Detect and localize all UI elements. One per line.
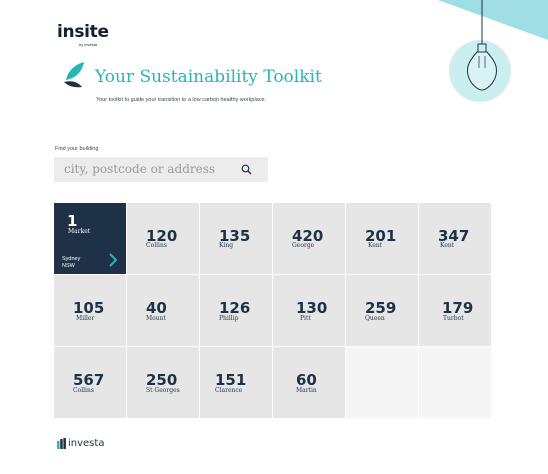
location-city: Sydney	[62, 256, 81, 262]
building-number: 60	[296, 371, 317, 389]
lightbulb-icon	[449, 0, 511, 102]
building-number: 179	[442, 299, 474, 317]
building-street: Kent	[440, 242, 455, 249]
empty-tile	[419, 347, 491, 418]
building-number: 1	[67, 212, 78, 230]
building-street: Miller	[76, 315, 95, 322]
building-tile[interactable]: 130 Pitt	[273, 275, 345, 346]
building-tile[interactable]: 259 Queen	[346, 275, 418, 346]
building-number: 259	[365, 299, 397, 317]
chevron-right-icon[interactable]	[108, 253, 118, 267]
search-input[interactable]: city, postcode or address	[54, 157, 268, 182]
building-street: Phillip	[219, 315, 239, 322]
building-tile[interactable]: 105 Miller	[54, 275, 126, 346]
building-tile[interactable]: 40 Mount	[127, 275, 199, 346]
page-title: Your Sustainability Toolkit	[95, 67, 322, 87]
building-tile[interactable]: 179 Turbot	[419, 275, 491, 346]
building-number: 250	[146, 371, 178, 389]
search-placeholder: city, postcode or address	[64, 162, 216, 176]
leaf-icon	[64, 62, 84, 88]
building-number: 567	[73, 371, 105, 389]
location-state: NSW	[62, 263, 75, 269]
building-street: Market	[68, 228, 91, 235]
search-icon[interactable]	[241, 164, 252, 175]
building-street: Martin	[296, 387, 317, 394]
footer-wordmark: investa	[68, 438, 105, 449]
building-tile[interactable]: 347 Kent	[419, 203, 491, 274]
building-street: Turbot	[443, 315, 464, 322]
building-tile[interactable]: 151 Clarence	[200, 347, 272, 418]
building-location: Sydney NSW	[62, 256, 80, 270]
building-tile[interactable]: 420 George	[273, 203, 345, 274]
building-street: Queen	[365, 315, 385, 322]
logo-tagline: by investa	[79, 42, 98, 47]
building-street: King	[219, 242, 234, 249]
building-tile[interactable]: 250 St Georges	[127, 347, 199, 418]
building-number: 40	[146, 299, 167, 317]
building-number: 151	[215, 371, 247, 389]
empty-tile	[346, 347, 418, 418]
building-tile[interactable]: 120 Collins	[127, 203, 199, 274]
building-street: Pitt	[300, 315, 311, 322]
logo-wordmark: insite	[57, 22, 109, 42]
building-number: 126	[219, 299, 251, 317]
building-tile[interactable]: 126 Phillip	[200, 275, 272, 346]
building-number: 105	[73, 299, 105, 317]
page-subtitle: Your toolkit to guide your transition to…	[96, 97, 267, 103]
building-number: 130	[296, 299, 328, 317]
building-street: Collins	[146, 242, 167, 249]
building-street: St Georges	[146, 387, 180, 394]
investa-mark-icon	[57, 438, 66, 449]
building-street: Kent	[368, 242, 383, 249]
building-grid: 1 Market Sydney NSW 120 Collins 135 King…	[54, 203, 491, 420]
building-street: Clarence	[215, 387, 243, 394]
building-street: Mount	[146, 315, 166, 322]
building-tile[interactable]: 135 King	[200, 203, 272, 274]
insite-logo[interactable]: insite by investa	[57, 22, 109, 48]
building-street: Collins	[73, 387, 94, 394]
building-tile[interactable]: 60 Martin	[273, 347, 345, 418]
building-tile[interactable]: 1 Market Sydney NSW	[54, 203, 126, 274]
building-street: George	[292, 242, 315, 249]
building-tile[interactable]: 201 Kent	[346, 203, 418, 274]
search-label: Find your building	[55, 146, 99, 152]
building-tile[interactable]: 567 Collins	[54, 347, 126, 418]
investa-logo[interactable]: investa	[57, 437, 117, 451]
